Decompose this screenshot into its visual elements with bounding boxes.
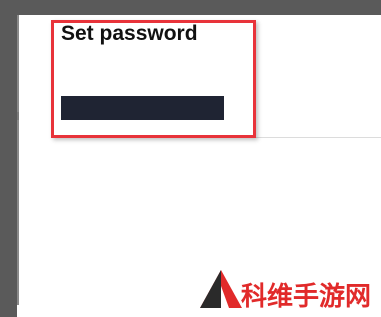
divider — [255, 137, 381, 138]
window-frame-left — [0, 0, 17, 317]
window-frame-top — [0, 0, 381, 15]
watermark-text: 科维手游网 — [241, 282, 372, 312]
watermark-logo-icon — [200, 270, 242, 308]
highlight-box — [51, 20, 256, 138]
